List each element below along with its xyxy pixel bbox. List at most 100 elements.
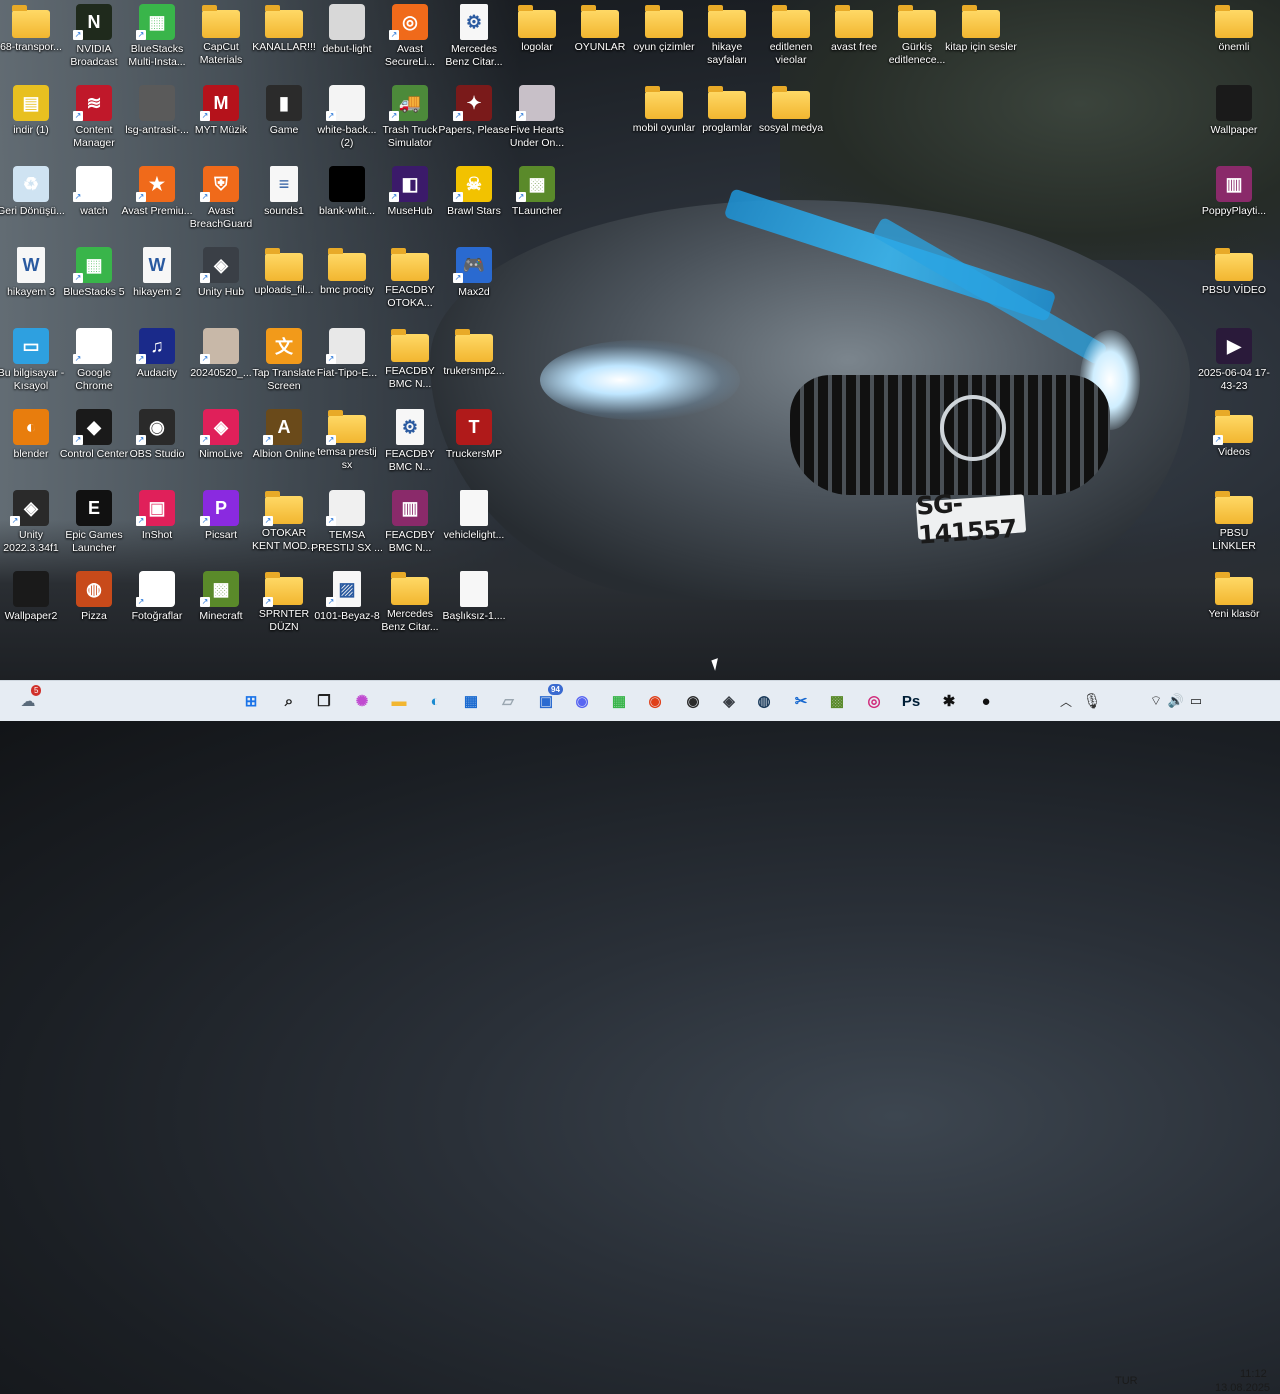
snipping-icon[interactable]: ✂ — [787, 687, 815, 715]
desktop-icon-fiat-tipo-e[interactable]: ↗ Fiat-Tipo-E... — [312, 324, 382, 402]
desktop-icon-truckersmp[interactable]: T TruckersMP — [439, 405, 509, 483]
bluestacks-icon[interactable]: ▦ — [605, 687, 633, 715]
desktop-icon-epic-games-launcher[interactable]: E Epic Games Launcher — [59, 486, 129, 564]
desktop-icon-feacdby-bmc-n[interactable]: FEACDBY BMC N... — [375, 324, 445, 402]
desktop-icon-poppyplayti[interactable]: ▥ PoppyPlayti... — [1199, 162, 1269, 240]
desktop-icon-hikayem-2[interactable]: Whikayem 2 — [122, 243, 192, 321]
teams-icon[interactable]: ▣ 94 — [532, 684, 563, 715]
obs-icon[interactable]: ◉ — [679, 687, 707, 715]
desktop-icon-google-chrome[interactable]: ◉ ↗ Google Chrome — [59, 324, 129, 402]
discord-icon[interactable]: ◉ — [568, 687, 596, 715]
desktop-icon-nemli[interactable]: önemli — [1199, 0, 1269, 78]
desktop-icon-nvidia-broadcast[interactable]: N ↗ NVIDIA Broadcast — [59, 0, 129, 78]
desktop-icon-wallpaper2[interactable]: Wallpaper2 — [0, 567, 66, 645]
desktop-icon-avast-free[interactable]: avast free — [819, 0, 889, 78]
desktop-icon-control-center[interactable]: ◆ ↗ Control Center — [59, 405, 129, 483]
desktop-icon-content-manager[interactable]: ≋ ↗ Content Manager — [59, 81, 129, 159]
desktop-icon-obs-studio[interactable]: ◉ ↗ OBS Studio — [122, 405, 192, 483]
desktop-icon-feacdby-bmc-n[interactable]: ⚙ FEACDBY BMC N... — [375, 405, 445, 483]
show-hidden-icons-chevron-icon[interactable]: ︿ — [1052, 687, 1080, 715]
desktop-icon-minecraft[interactable]: ▩ ↗ Minecraft — [186, 567, 256, 645]
clock-time[interactable]: 11:12 — [1240, 1368, 1267, 1380]
desktop-icon-oyun-izimler[interactable]: oyun çizimler — [629, 0, 699, 78]
language-indicator[interactable]: TUR — [1115, 1375, 1138, 1387]
desktop-icon-hikaye-sayfalar[interactable]: hikaye sayfaları — [692, 0, 762, 78]
desktop-icon-yeni-klas-r[interactable]: Yeni klasör — [1199, 567, 1269, 645]
desktop-icon-temsa-prestij-sx[interactable]: ↗ temsa prestij sx — [312, 405, 382, 483]
task-view-icon[interactable]: ❐ — [310, 687, 338, 715]
desktop-icon-nimolive[interactable]: ◈ ↗ NimoLive — [186, 405, 256, 483]
desktop-icon-albion-online[interactable]: A ↗ Albion Online — [249, 405, 319, 483]
desktop-icon-kanallar[interactable]: KANALLAR!!! — [249, 0, 319, 78]
minecraft-icon[interactable]: ▩ — [823, 687, 851, 715]
desktop-icon-capcut-materials[interactable]: CapCut Materials — [186, 0, 256, 78]
desktop-icon-pizza[interactable]: ◍ Pizza — [59, 567, 129, 645]
desktop-icon-five-hearts-under-on[interactable]: ↗ Five Hearts Under On... — [502, 81, 572, 159]
desktop-icon-lsg-antrasit[interactable]: lsg-antrasit-... — [122, 81, 192, 159]
desktop-icon-vehiclelight[interactable]: vehiclelight... — [439, 486, 509, 564]
desktop-icon-audacity[interactable]: ♫ ↗ Audacity — [122, 324, 192, 402]
desktop-icon-feacdby-otoka[interactable]: FEACDBY OTOKA... — [375, 243, 445, 321]
desktop-icon-geri-d-n[interactable]: ♻ Geri Dönüşü... — [0, 162, 66, 240]
desktop-icon-20240520[interactable]: ↗ 20240520_... — [186, 324, 256, 402]
desktop-icon-indir-1[interactable]: ▤ indir (1) — [0, 81, 66, 159]
microphone-icon[interactable]: 🎙 — [1078, 687, 1106, 715]
desktop-icon-watch[interactable]: ◉ ↗ watch — [59, 162, 129, 240]
notepad-icon[interactable]: ▱ — [494, 687, 522, 715]
desktop-icon-blank-whit[interactable]: blank-whit... — [312, 162, 382, 240]
edge-icon[interactable]: ◐ — [421, 687, 449, 715]
desktop-icon-editlenen-vieolar[interactable]: editlenen vieolar — [756, 0, 826, 78]
desktop-icon-tap-translate-screen[interactable]: 文 Tap Translate Screen — [249, 324, 319, 402]
desktop-icon-oyunlar[interactable]: OYUNLAR — [565, 0, 635, 78]
file-explorer-icon[interactable]: ▬ — [385, 687, 413, 715]
desktop-icon-pbsu-li-nkler[interactable]: PBSU LİNKLER — [1199, 486, 1269, 564]
desktop-icon-mercedes-benz-citar[interactable]: Mercedes Benz Citar... — [375, 567, 445, 645]
desktop-icon-mercedes-benz-citar[interactable]: ⚙ Mercedes Benz Citar... — [439, 0, 509, 78]
desktop-icon-trukersmp2[interactable]: trukersmp2... — [439, 324, 509, 402]
start-icon[interactable]: ⊞ — [237, 687, 265, 715]
desktop-icon-temsa-prestij-sx[interactable]: ↗ TEMSA PRESTIJ SX ... — [311, 486, 383, 564]
instagram-icon[interactable]: ◎ — [860, 687, 888, 715]
desktop-icon-logolar[interactable]: logolar — [502, 0, 572, 78]
desktop-icon-avast-breachguard[interactable]: ⛨ ↗ Avast BreachGuard — [186, 162, 256, 240]
desktop-icon-foto-raflar[interactable]: ✿ ↗ Fotoğraflar — [122, 567, 192, 645]
desktop-icon-musehub[interactable]: ◧ ↗ MuseHub — [375, 162, 445, 240]
desktop-icon-sprnter-d-zn[interactable]: ↗ SPRNTER DÜZN — [249, 567, 319, 645]
desktop-icon-max2d[interactable]: 🎮 ↗ Max2d — [439, 243, 509, 321]
desktop-icon-blender[interactable]: ◐ blender — [0, 405, 66, 483]
desktop-icon-white-back-2[interactable]: ↗ white-back... (2) — [312, 81, 382, 159]
desktop-icon-otokar-kent-mod[interactable]: ↗ OTOKAR KENT MOD... — [249, 486, 319, 564]
desktop-icon-videos[interactable]: ↗ Videos — [1199, 405, 1269, 483]
desktop-icon-hikayem-3[interactable]: Whikayem 3 — [0, 243, 66, 321]
desktop-icon-g-rki-editlenece[interactable]: Gürkiş editlenece... — [882, 0, 952, 78]
weather-widget[interactable]: ☁ 5 — [14, 685, 42, 715]
unity-icon[interactable]: ◈ — [715, 687, 743, 715]
desktop-icon-myt-m-zik[interactable]: M ↗ MYT Müzik — [186, 81, 256, 159]
desktop-icon-sounds1[interactable]: ≡ sounds1 — [249, 162, 319, 240]
desktop-icon-avast-premiu[interactable]: ★ ↗ Avast Premiu... — [122, 162, 193, 240]
battery-icon[interactable]: ▭ — [1182, 687, 1210, 715]
desktop-icon-game[interactable]: ▮ Game — [249, 81, 319, 159]
search-icon[interactable]: ⌕ — [275, 687, 303, 715]
desktop-icon-sosyal-medya[interactable]: sosyal medya — [756, 81, 826, 159]
steam-icon[interactable]: ◍ — [750, 687, 778, 715]
desktop-icon-kitap-i-in-sesler[interactable]: kitap için sesler — [945, 0, 1017, 78]
desktop-icon-papers-please[interactable]: ✦ ↗ Papers, Please — [438, 81, 510, 159]
chrome-icon[interactable]: ◉ — [641, 687, 669, 715]
clock-date[interactable]: 13.08.2025 — [1215, 1382, 1270, 1394]
desktop-icon-wallpaper[interactable]: Wallpaper — [1199, 81, 1269, 159]
desktop-icon-2025-06-04-17-43-23[interactable]: ▶ 2025-06-04 17-43-23 — [1198, 324, 1270, 402]
desktop-icon-pbsu-vi-deo[interactable]: PBSU VİDEO — [1199, 243, 1269, 321]
desktop-icon-ba-l-ks-z-1[interactable]: Başlıksız-1.... — [439, 567, 509, 645]
desktop-icon-uploads-fil[interactable]: uploads_fil... — [249, 243, 319, 321]
chatgpt-icon[interactable]: ✱ — [935, 687, 963, 715]
desktop-icon-tlauncher[interactable]: ▩ ↗ TLauncher — [502, 162, 572, 240]
desktop-icon-picsart[interactable]: P ↗ Picsart — [186, 486, 256, 564]
store-icon[interactable]: ▦ — [457, 687, 485, 715]
desktop-icon-bluestacks-multi-insta[interactable]: ▦ ↗ BlueStacks Multi-Insta... — [122, 0, 192, 78]
desktop-icon-68-transpor[interactable]: 68-transpor... — [0, 0, 66, 78]
desktop-icon-0101-beyaz-8[interactable]: ▨ ↗ 0101-Beyaz-8 — [312, 567, 382, 645]
desktop-icon-feacdby-bmc-n[interactable]: ▥ FEACDBY BMC N... — [375, 486, 445, 564]
desktop-icon-trash-truck-simulator[interactable]: 🚚 ↗ Trash Truck Simulator — [375, 81, 445, 159]
desktop-icon-brawl-stars[interactable]: ☠ ↗ Brawl Stars — [439, 162, 509, 240]
